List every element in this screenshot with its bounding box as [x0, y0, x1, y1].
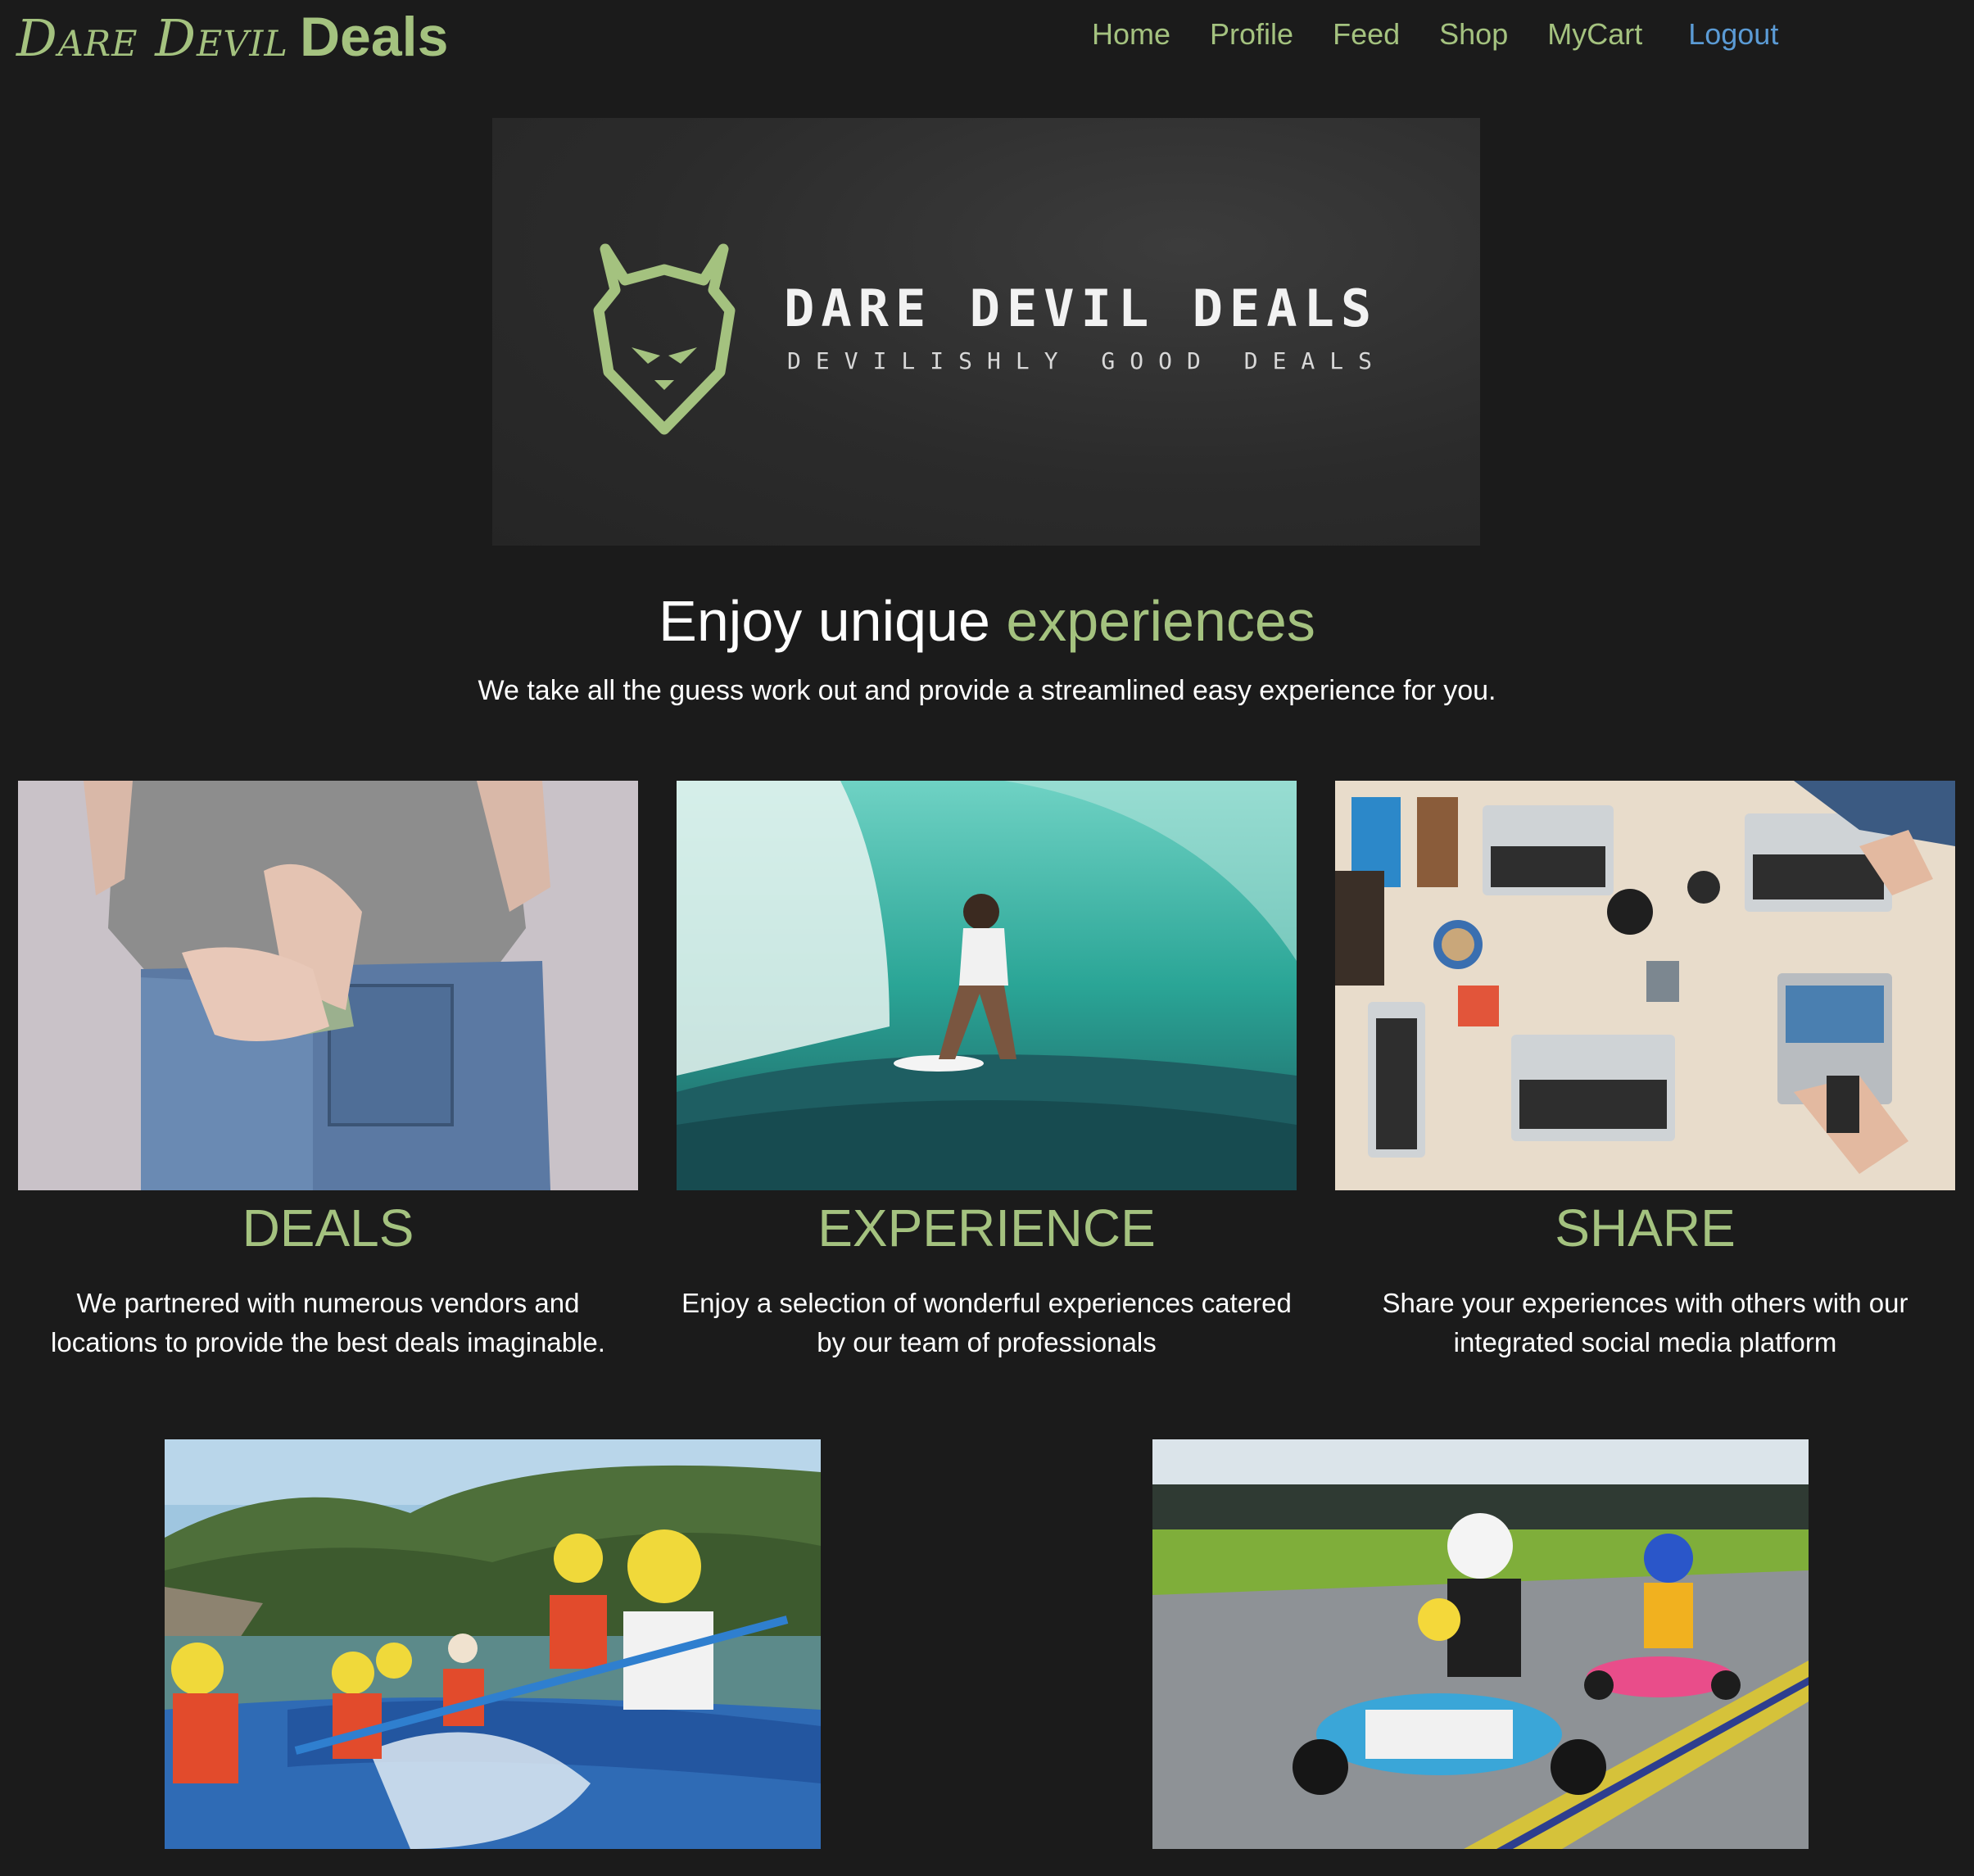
- experience-title: EXPERIENCE: [817, 1199, 1156, 1257]
- page: Dare Devil Deals Home Profile Feed Shop …: [0, 0, 1974, 1876]
- hero-title: DARE DEVIL DEALS: [784, 279, 1379, 338]
- feature-card-experience: EXPERIENCE Enjoy a selection of wonderfu…: [677, 781, 1297, 1362]
- karting-photo: [1152, 1439, 1809, 1849]
- brand-logo[interactable]: Dare Devil Deals: [16, 5, 448, 70]
- share-title: SHARE: [1555, 1199, 1736, 1257]
- devil-mask-icon: [593, 243, 736, 435]
- experience-image: [677, 781, 1297, 1190]
- feature-card-deals: DEALS We partnered with numerous vendors…: [18, 781, 638, 1362]
- nav-mycart-link[interactable]: MyCart: [1547, 15, 1642, 56]
- hero-logo-banner: DARE DEVIL DEALS DEVILISHLY GOOD DEALS: [492, 118, 1480, 546]
- brand-script-text: Dare Devil: [16, 8, 288, 68]
- navbar: Dare Devil Deals Home Profile Feed Shop …: [0, 0, 1974, 74]
- nav-links: Home Profile Feed Shop MyCart Logout: [1092, 15, 1818, 56]
- headline: Enjoy unique experiences: [0, 588, 1974, 654]
- brand-bold-text: Deals: [299, 6, 449, 68]
- hero-subtitle: DEVILISHLY GOOD DEALS: [787, 347, 1388, 374]
- nav-shop-link[interactable]: Shop: [1439, 15, 1508, 56]
- share-image: [1335, 781, 1955, 1190]
- deals-text: We partnered with numerous vendors and l…: [51, 1288, 605, 1357]
- experience-text: Enjoy a selection of wonderful experienc…: [681, 1288, 1292, 1357]
- headline-prefix: Enjoy unique: [659, 589, 990, 653]
- deals-image: [18, 781, 638, 1190]
- feature-card-share: SHARE Share your experiences with others…: [1335, 781, 1955, 1362]
- headline-accent: experiences: [1006, 589, 1315, 653]
- share-text: Share your experiences with others with …: [1382, 1288, 1908, 1357]
- nav-home-link[interactable]: Home: [1092, 15, 1170, 56]
- nav-feed-link[interactable]: Feed: [1333, 15, 1400, 56]
- nav-logout-link[interactable]: Logout: [1688, 15, 1778, 56]
- headline-subtitle: We take all the guess work out and provi…: [478, 675, 1496, 706]
- deals-title: DEALS: [242, 1199, 414, 1257]
- nav-profile-link[interactable]: Profile: [1210, 15, 1293, 56]
- rafting-photo: [165, 1439, 821, 1849]
